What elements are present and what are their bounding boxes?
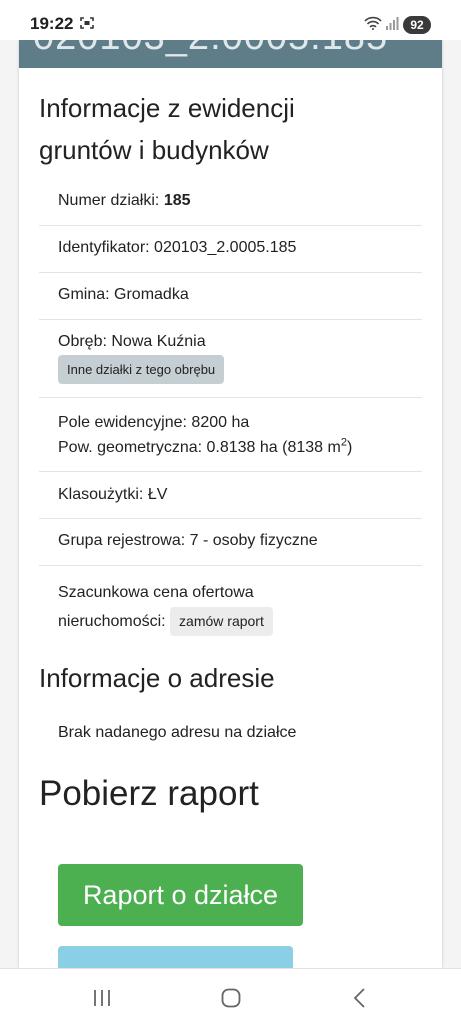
gmina-text: Gmina: Gromadka — [58, 286, 189, 303]
row-klasouzytki: Klasoużytki: ŁV — [39, 472, 422, 519]
row-numer-dzialki: Numer działki: 185 — [39, 178, 422, 226]
numer-label: Numer działki: — [58, 192, 164, 209]
card-header-title: 020103_2.0005.185 — [33, 40, 388, 59]
row-grupa-rejestrowa: Grupa rejestrowa: 7 - osoby fizyczne — [39, 519, 422, 566]
obreb-text: Obręb: Nowa Kuźnia — [58, 333, 206, 350]
row-obreb: Obręb: Nowa Kuźnia Inne działki z tego o… — [39, 320, 422, 398]
card-header: 020103_2.0005.185 — [19, 40, 442, 68]
pole-ewidencyjne-text: Pole ewidencyjne: 8200 ha — [58, 414, 250, 431]
adres-title: Informacje o adresie — [39, 663, 275, 693]
address-text: Brak nadanego adresu na działce — [58, 724, 297, 741]
other-parcels-button[interactable]: Inne działki z tego obrębu — [58, 355, 225, 384]
screen: 19:22 92 020103_2.0005.185 Informacje z … — [0, 0, 461, 1024]
ewidencja-title: Informacje z ewidencji gruntów i budynkó… — [39, 93, 295, 165]
grupa-text: Grupa rejestrowa: 7 - osoby fizyczne — [58, 532, 318, 549]
cena-line-2: nieruchomości: zamów raport — [58, 607, 422, 637]
parcel-info-list: Numer działki: 185 Identyfikator: 020103… — [39, 178, 422, 644]
signal-icon — [386, 17, 399, 30]
numer-value: 185 — [163, 192, 191, 209]
identyfikator-text: Identyfikator: 020103_2.0005.185 — [58, 239, 297, 256]
row-powierzchnia: Pole ewidencyjne: 8200 ha Pow. geometryc… — [39, 398, 422, 472]
system-nav-bar — [0, 968, 461, 1024]
klasouzytki-text: Klasoużytki: ŁV — [58, 486, 168, 503]
battery-indicator: 92 — [403, 16, 431, 34]
home-icon[interactable] — [220, 987, 242, 1009]
cena-line-1: Szacunkowa cena ofertowa — [58, 584, 254, 601]
cena-label: nieruchomości: — [58, 613, 171, 630]
pow-close: ) — [346, 439, 353, 456]
back-icon[interactable] — [350, 987, 372, 1009]
row-gmina: Gmina: Gromadka — [39, 273, 422, 320]
raport-title: Pobierz raport — [39, 774, 259, 813]
row-identyfikator: Identyfikator: 020103_2.0005.185 — [39, 226, 422, 273]
status-bar: 19:22 92 — [0, 0, 461, 40]
parcel-report-button[interactable]: Raport o działce — [58, 864, 303, 926]
status-time: 19:22 — [30, 14, 74, 33]
pow-geometryczna-text: Pow. geometryczna: 0.8138 ha (8138 m — [58, 439, 341, 456]
recent-apps-icon[interactable] — [91, 987, 113, 1009]
secondary-report-button[interactable] — [58, 946, 293, 968]
pow-geometryczna-line: Pow. geometryczna: 0.8138 ha (8138 m2) — [58, 435, 422, 460]
order-report-button[interactable]: zamów raport — [170, 607, 273, 637]
row-cena-ofertowa: Szacunkowa cena ofertowa nieruchomości: … — [39, 566, 422, 644]
parcel-card: 020103_2.0005.185 Informacje z ewidencji… — [19, 40, 442, 968]
screenshot-icon — [80, 17, 94, 29]
wifi-icon — [364, 16, 382, 30]
